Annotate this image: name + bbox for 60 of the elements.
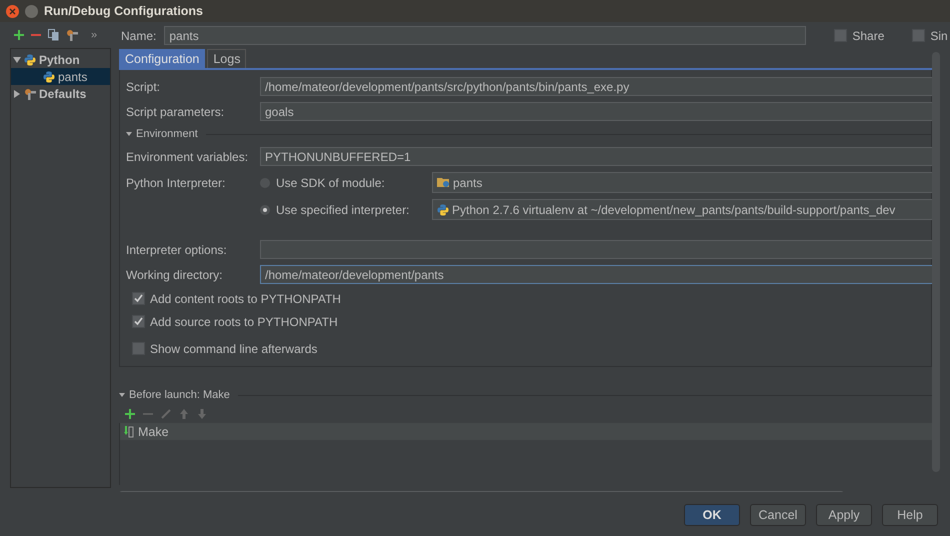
parameters-field[interactable]: goals (260, 102, 933, 121)
field-label: Name: (121, 28, 156, 42)
python-icon (437, 204, 449, 216)
python-icon (24, 54, 36, 66)
name-field[interactable]: pants (164, 26, 806, 45)
section-title: Before launch: Make (129, 389, 230, 401)
add-icon[interactable] (125, 409, 135, 419)
python-icon (43, 70, 55, 82)
checkbox-label: Show command line afterwards (150, 342, 318, 356)
wrench-icon[interactable] (66, 29, 78, 41)
tree-item[interactable]: pants (11, 68, 110, 85)
interpreter-dropdown[interactable]: Python 2.7.6 virtualenv at ~/development/new_pants/pants/build-support/pants_dev (432, 199, 933, 220)
field-label: Interpreter options: (126, 242, 228, 256)
expanded-arrow-icon[interactable] (13, 56, 21, 64)
tab[interactable]: Logs (207, 49, 246, 68)
list-item[interactable]: Make (120, 423, 932, 440)
tree-item[interactable]: Defaults (11, 85, 110, 102)
dialog-button[interactable]: Help (882, 504, 938, 526)
options-field[interactable] (260, 240, 933, 259)
field-label: Python Interpreter: (126, 176, 226, 190)
dialog-button[interactable]: Cancel (750, 504, 806, 526)
window-title: Run/Debug Configurations (44, 4, 204, 18)
checkbox-label: Share (852, 28, 884, 42)
section-title: Environment (136, 128, 198, 140)
scrollbar[interactable] (932, 52, 940, 472)
tree-item[interactable]: Python (11, 51, 110, 68)
checkbox[interactable] (132, 315, 145, 328)
minimize-button[interactable] (25, 4, 38, 18)
script-field[interactable]: /home/mateor/development/pants/src/python/pants/bin/pants_exe.py (260, 77, 933, 96)
expanded-arrow-icon[interactable] (119, 392, 125, 398)
checkbox-label: Sin (930, 28, 948, 42)
tab[interactable]: Configuration (119, 49, 206, 68)
collapsed-arrow-icon[interactable] (13, 90, 21, 98)
checkbox[interactable] (132, 342, 145, 355)
field-label: Script parameters: (126, 104, 226, 118)
environment-field[interactable]: PYTHONUNBUFFERED=1 (260, 147, 933, 166)
make-icon (124, 426, 134, 438)
close-icon (9, 8, 16, 14)
radio-button[interactable] (260, 204, 270, 214)
dialog-button[interactable]: OK (684, 504, 740, 526)
close-button[interactable] (6, 4, 19, 18)
field-label: Working directory: (126, 268, 224, 282)
add-icon[interactable] (14, 30, 24, 40)
checkbox-label: Add source roots to PYTHONPATH (150, 314, 338, 328)
interpreter-dropdown[interactable]: pants (432, 172, 933, 193)
checkbox-label: Add content roots to PYTHONPATH (150, 292, 341, 306)
radio-label: Use SDK of module: (276, 176, 385, 190)
more-button[interactable]: » (91, 29, 98, 41)
wrench-icon (24, 88, 36, 100)
copy-icon[interactable] (48, 29, 59, 41)
dialog-button[interactable]: Apply (816, 504, 872, 526)
expanded-arrow-icon[interactable] (126, 131, 132, 137)
folder-icon (437, 177, 450, 188)
directory-field[interactable]: /home/mateor/development/pants (260, 265, 933, 284)
checkbox[interactable] (834, 29, 848, 42)
checkbox[interactable] (132, 292, 145, 305)
field-label: Script: (126, 80, 162, 94)
field-label: Environment variables: (126, 150, 250, 164)
checkbox[interactable] (912, 29, 926, 42)
radio-label: Use specified interpreter: (276, 202, 410, 216)
